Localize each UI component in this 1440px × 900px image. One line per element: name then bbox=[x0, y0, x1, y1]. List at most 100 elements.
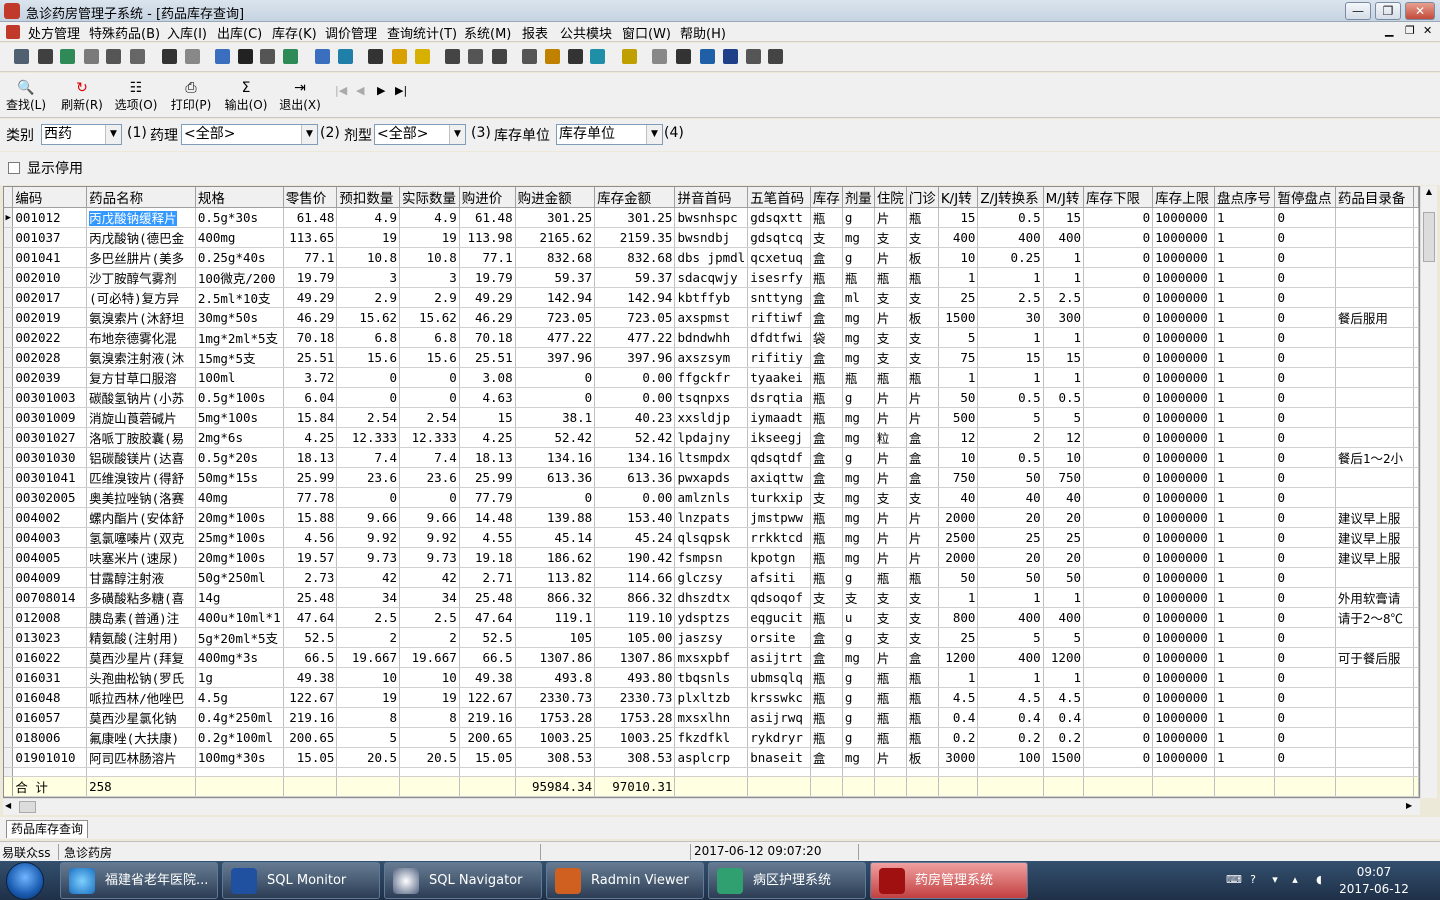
table-cell[interactable]: 0 bbox=[1083, 327, 1154, 348]
table-cell[interactable]: 甘露醇注射液 bbox=[86, 567, 196, 588]
table-cell[interactable]: 瓶 bbox=[906, 667, 939, 688]
table-cell[interactable]: jaszsy bbox=[674, 627, 749, 648]
tool-icon-1[interactable] bbox=[14, 49, 29, 64]
table-cell[interactable]: 0 bbox=[1274, 207, 1336, 228]
table-cell[interactable]: g bbox=[842, 727, 875, 748]
table-cell[interactable]: 0 bbox=[1083, 747, 1154, 768]
table-cell[interactable]: 0 bbox=[1083, 527, 1154, 548]
column-header[interactable]: 暂停盘点 bbox=[1274, 187, 1336, 208]
table-cell[interactable]: 片 bbox=[874, 547, 907, 568]
table-cell[interactable]: 134.16 bbox=[594, 447, 676, 468]
table-cell[interactable]: 142.94 bbox=[594, 287, 676, 308]
table-cell[interactable]: 片 bbox=[874, 747, 907, 768]
table-cell[interactable]: 400 bbox=[1043, 607, 1085, 628]
table-cell[interactable]: 1 bbox=[1214, 547, 1276, 568]
table-cell[interactable]: amlznls bbox=[674, 487, 749, 508]
menu-help[interactable]: 帮助(H) bbox=[678, 23, 728, 42]
table-cell[interactable]: 113.65 bbox=[283, 227, 338, 248]
table-cell[interactable]: 瓶 bbox=[874, 707, 907, 728]
table-cell[interactable]: 2500 bbox=[938, 527, 979, 548]
table-cell[interactable]: 奥美拉唑钠(洛赛 bbox=[86, 487, 196, 508]
table-cell[interactable]: 45.14 bbox=[515, 527, 596, 548]
table-cell[interactable]: g bbox=[842, 247, 875, 268]
row-indicator[interactable] bbox=[4, 247, 14, 268]
table-cell[interactable]: 1000000 bbox=[1152, 327, 1216, 348]
table-cell[interactable]: 40 bbox=[1043, 487, 1085, 508]
row-indicator[interactable] bbox=[4, 567, 14, 588]
table-cell[interactable]: 3.72 bbox=[283, 367, 338, 388]
table-cell[interactable]: 0.5g*30s bbox=[195, 207, 284, 228]
print-button[interactable]: ⎙ 打印(P) bbox=[167, 78, 215, 116]
table-cell[interactable]: 25.48 bbox=[283, 587, 338, 608]
tool-icon-2[interactable] bbox=[38, 49, 53, 64]
table-cell[interactable]: 15mg*5支 bbox=[195, 347, 284, 368]
table-cell[interactable]: 19 bbox=[399, 687, 460, 708]
table-cell[interactable]: 盒 bbox=[810, 447, 843, 468]
table-cell[interactable]: 瓶 bbox=[810, 267, 843, 288]
nav-last-button[interactable]: ▶| bbox=[395, 84, 407, 97]
table-cell[interactable]: 001041 bbox=[12, 247, 88, 268]
table-cell[interactable]: 500 bbox=[938, 407, 979, 428]
table-cell[interactable]: 0.4 bbox=[938, 707, 979, 728]
table-cell[interactable]: 15.88 bbox=[283, 507, 338, 528]
table-cell[interactable]: 139.88 bbox=[515, 507, 596, 528]
table-cell[interactable] bbox=[1335, 367, 1415, 388]
table-cell[interactable]: 1 bbox=[1214, 607, 1276, 628]
table-cell[interactable]: 0 bbox=[1083, 407, 1154, 428]
table-cell[interactable]: 25.99 bbox=[459, 467, 516, 488]
table-cell[interactable] bbox=[1335, 487, 1415, 508]
table-cell[interactable]: 支 bbox=[810, 587, 843, 608]
table-cell[interactable]: 片 bbox=[906, 547, 939, 568]
table-cell[interactable]: 1000000 bbox=[1152, 207, 1216, 228]
table-cell[interactable]: 0 bbox=[515, 367, 596, 388]
table-cell[interactable]: 25.51 bbox=[459, 347, 516, 368]
table-cell[interactable]: 0 bbox=[1274, 687, 1336, 708]
table-cell[interactable]: 750 bbox=[1043, 467, 1085, 488]
table-cell[interactable]: 支 bbox=[906, 327, 939, 348]
table-cell[interactable]: 18.13 bbox=[283, 447, 338, 468]
table-cell[interactable]: 瓶 bbox=[810, 567, 843, 588]
table-cell[interactable]: 77.79 bbox=[459, 487, 516, 508]
table-cell[interactable]: 34 bbox=[336, 587, 401, 608]
table-cell[interactable]: 19 bbox=[336, 687, 401, 708]
table-cell[interactable]: plxltzb bbox=[674, 687, 749, 708]
table-cell[interactable]: iymaadt bbox=[747, 407, 811, 428]
table-cell[interactable]: 0.2g*100ml bbox=[195, 727, 284, 748]
table-cell[interactable]: tsqnpxs bbox=[674, 387, 749, 408]
table-cell[interactable]: bdndwhh bbox=[674, 327, 749, 348]
scroll-up-icon[interactable]: ▲ bbox=[1422, 187, 1436, 201]
table-cell[interactable]: 77.1 bbox=[459, 247, 516, 268]
table-cell[interactable]: 19.18 bbox=[459, 547, 516, 568]
table-cell[interactable]: 支 bbox=[874, 607, 907, 628]
table-cell[interactable]: 7.4 bbox=[399, 447, 460, 468]
table-cell[interactable]: 10 bbox=[1043, 447, 1085, 468]
row-indicator[interactable] bbox=[4, 447, 14, 468]
table-cell[interactable]: 25.48 bbox=[459, 587, 516, 608]
table-cell[interactable]: 25 bbox=[938, 627, 979, 648]
table-cell[interactable]: 0 bbox=[1274, 707, 1336, 728]
nav-next-button[interactable]: ▶ bbox=[377, 84, 385, 97]
mdi-close-icon[interactable]: ✕ bbox=[1423, 24, 1432, 37]
table-cell[interactable]: 00301003 bbox=[12, 387, 88, 408]
table-cell[interactable]: 1 bbox=[1214, 487, 1276, 508]
scroll-thumb[interactable] bbox=[1423, 212, 1435, 262]
table-cell[interactable]: asijrwq bbox=[747, 707, 811, 728]
table-cell[interactable]: 1000000 bbox=[1152, 307, 1216, 328]
table-cell[interactable]: 001012 bbox=[12, 207, 88, 228]
table-cell[interactable]: 瓶 bbox=[874, 727, 907, 748]
table-cell[interactable]: 002022 bbox=[12, 327, 88, 348]
table-cell[interactable]: 瓶 bbox=[810, 507, 843, 528]
table-cell[interactable]: 片 bbox=[874, 507, 907, 528]
table-cell[interactable]: gdsqtcq bbox=[747, 227, 811, 248]
table-cell[interactable]: 308.53 bbox=[594, 747, 676, 768]
table-cell[interactable]: ltsmpdx bbox=[674, 447, 749, 468]
table-cell[interactable]: 493.80 bbox=[594, 667, 676, 688]
tool-icon-30[interactable] bbox=[746, 49, 761, 64]
table-cell[interactable]: 0 bbox=[336, 487, 401, 508]
table-cell[interactable]: 00301027 bbox=[12, 427, 88, 448]
table-cell[interactable]: 1 bbox=[1214, 287, 1276, 308]
nav-prev-button[interactable]: ◀ bbox=[356, 84, 364, 97]
table-cell[interactable]: 瓶 bbox=[906, 267, 939, 288]
table-cell[interactable]: 0.4g*250ml bbox=[195, 707, 284, 728]
table-cell[interactable]: glczsy bbox=[674, 567, 749, 588]
